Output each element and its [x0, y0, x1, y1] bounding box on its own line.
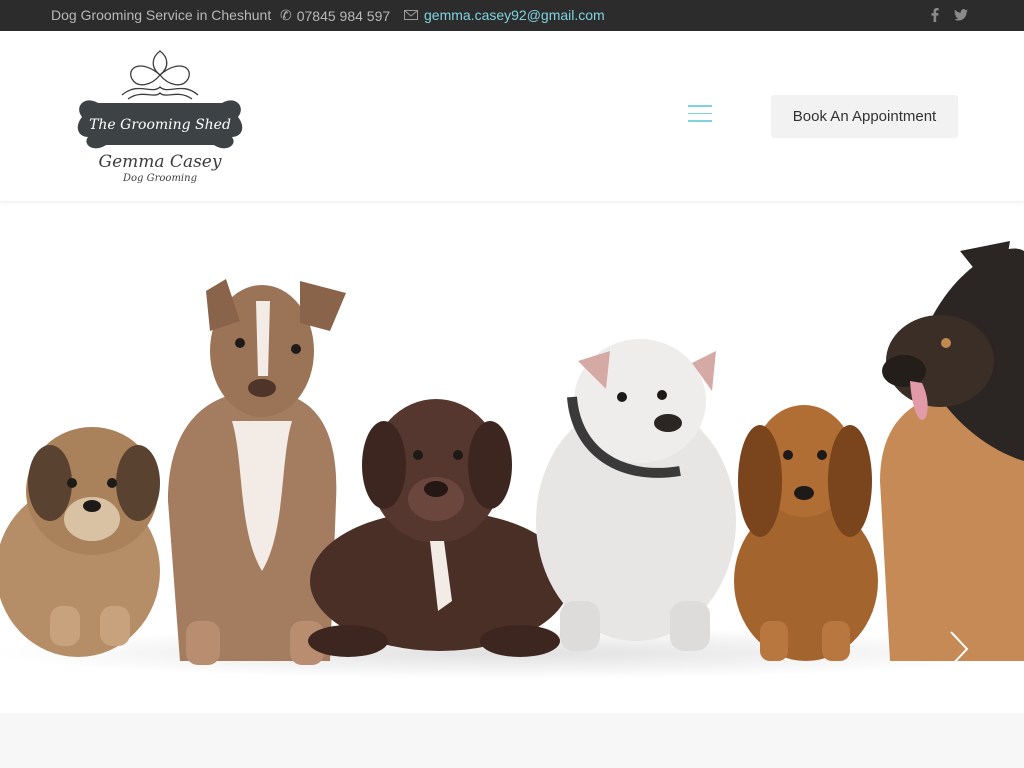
- hamburger-menu-icon[interactable]: [688, 105, 712, 125]
- email-link[interactable]: gemma.casey92@gmail.com: [404, 7, 605, 23]
- phone-icon: ✆: [280, 7, 292, 23]
- book-appointment-button[interactable]: Book An Appointment: [771, 95, 958, 138]
- puppy-bulldog: [536, 339, 736, 651]
- top-bar: Dog Grooming Service in Cheshunt ✆ 07845…: [0, 0, 1024, 31]
- site-logo[interactable]: The Grooming Shed Gemma Casey Dog Groomi…: [72, 45, 248, 187]
- puppy-german-shepherd: [880, 241, 1024, 661]
- content-section-start: [0, 713, 1024, 768]
- puppy-chocolate-lab: [308, 399, 570, 657]
- facebook-icon[interactable]: [928, 6, 942, 24]
- puppy-dachshund: [734, 405, 878, 661]
- logo-subtitle: Dog Grooming: [122, 173, 197, 184]
- site-tagline: Dog Grooming Service in Cheshunt: [51, 7, 272, 23]
- twitter-icon[interactable]: [954, 6, 968, 24]
- envelope-icon: [404, 7, 418, 23]
- puppies-image: [0, 241, 1024, 679]
- hero-slider: [0, 201, 1024, 713]
- puppy-fluffy: [0, 427, 160, 657]
- logo-banner-text: The Grooming Shed: [89, 117, 231, 133]
- logo-name: Gemma Casey: [99, 152, 222, 172]
- chevron-right-icon[interactable]: [946, 629, 972, 669]
- logo-graphic: The Grooming Shed Gemma Casey Dog Groomi…: [77, 50, 243, 184]
- site-header: The Grooming Shed Gemma Casey Dog Groomi…: [0, 31, 1024, 201]
- phone-number[interactable]: 07845 984 597: [297, 8, 390, 24]
- puppy-pitbull: [168, 279, 346, 665]
- phone-contact[interactable]: ✆ 07845 984 597: [280, 7, 390, 24]
- email-address[interactable]: gemma.casey92@gmail.com: [424, 7, 605, 23]
